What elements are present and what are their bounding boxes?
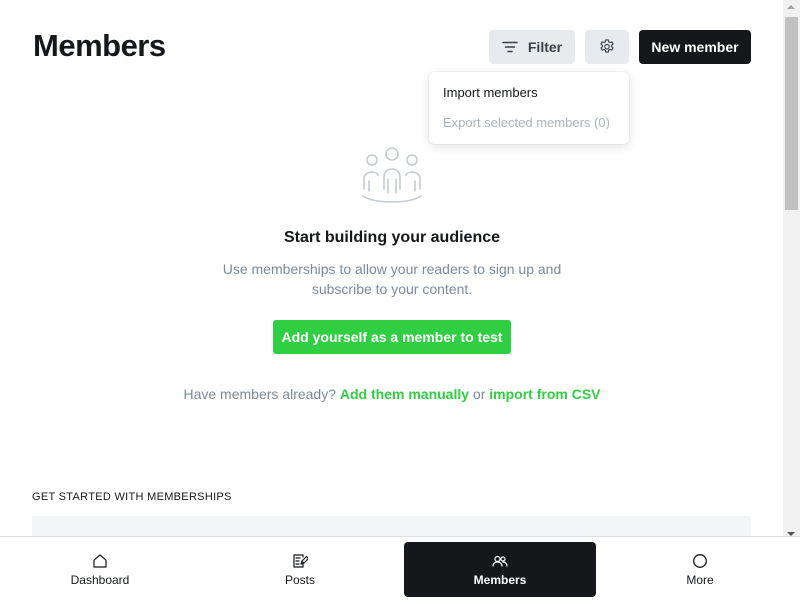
more-icon xyxy=(693,553,707,568)
add-yourself-button[interactable]: Add yourself as a member to test xyxy=(273,320,511,354)
scroll-up-arrow-icon[interactable] xyxy=(787,5,795,9)
nav-label-more: More xyxy=(686,572,714,587)
filter-button-label: Filter xyxy=(527,39,563,55)
home-icon xyxy=(93,553,107,568)
settings-dropdown-menu: Import members Export selected members (… xyxy=(429,72,629,144)
import-prefix-text: Have members already? xyxy=(183,386,336,402)
nav-label-members: Members xyxy=(473,572,527,587)
members-icon xyxy=(492,555,508,567)
nav-item-more[interactable]: More xyxy=(604,542,796,597)
add-manually-link[interactable]: Add them manually xyxy=(340,386,469,402)
import-options-line: Have members already? Add them manually … xyxy=(32,386,752,402)
export-selected-members-menu-item: Export selected members (0) xyxy=(443,115,610,130)
gear-icon xyxy=(600,39,614,53)
nav-label-posts: Posts xyxy=(284,572,315,587)
page-scrollbar[interactable] xyxy=(783,0,800,540)
page-title: Members xyxy=(33,28,166,63)
empty-state: Start building your audience Use members… xyxy=(32,145,752,402)
filter-icon xyxy=(502,41,518,53)
nav-item-members[interactable]: Members xyxy=(404,542,596,597)
nav-item-posts[interactable]: Posts xyxy=(204,542,396,597)
members-group-icon xyxy=(362,147,422,203)
scrollbar-thumb[interactable] xyxy=(785,17,798,210)
empty-state-description: Use memberships to allow your readers to… xyxy=(222,261,562,297)
import-csv-link[interactable]: import from CSV xyxy=(489,386,600,402)
header-actions: Filter New member xyxy=(489,30,751,64)
nav-item-dashboard[interactable]: Dashboard xyxy=(4,542,196,597)
or-text: or xyxy=(472,386,486,402)
empty-state-title: Start building your audience xyxy=(283,229,501,246)
bottom-nav: Dashboard Posts Members More xyxy=(0,536,800,600)
nav-label-dashboard: Dashboard xyxy=(70,572,130,587)
posts-icon xyxy=(293,553,308,568)
settings-button[interactable] xyxy=(585,30,629,64)
filter-button[interactable]: Filter xyxy=(489,30,575,64)
get-started-heading: GET STARTED WITH MEMBERSHIPS xyxy=(32,491,232,503)
members-page: Members Filter New member Import members… xyxy=(0,0,800,600)
import-members-menu-item[interactable]: Import members xyxy=(429,84,629,114)
new-member-button[interactable]: New member xyxy=(639,30,751,64)
